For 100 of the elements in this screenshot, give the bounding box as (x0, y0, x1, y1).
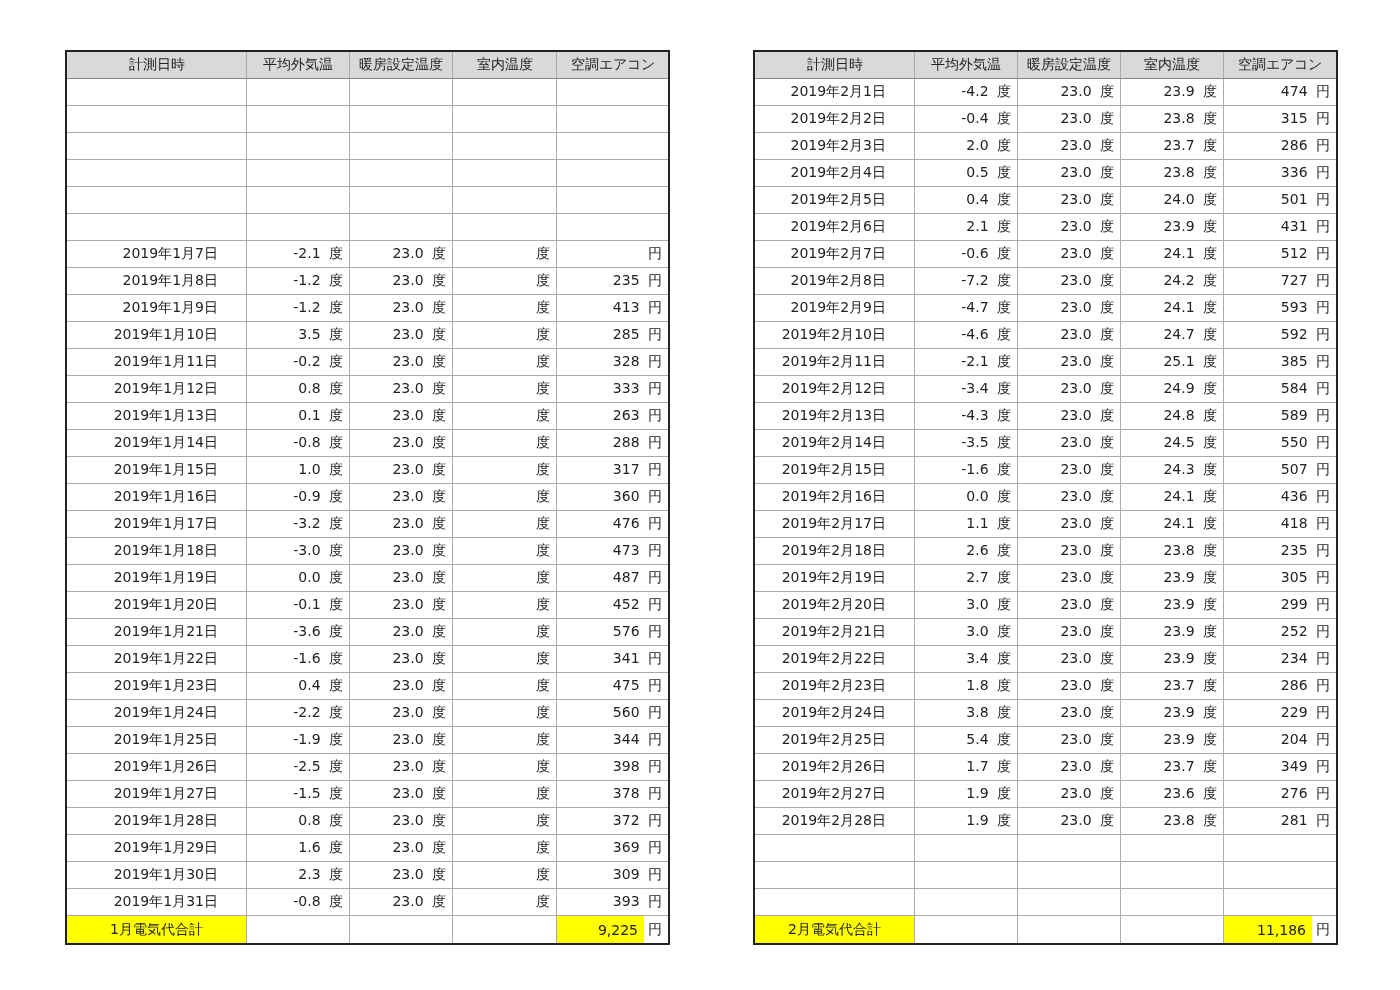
table-cell: 23.0 度 (1018, 322, 1121, 349)
table-cell: 度 (453, 241, 557, 268)
table-cell: 476 円 (557, 511, 668, 538)
table-cell: 23.0 度 (350, 673, 453, 700)
table-cell: 2019年2月23日 (755, 673, 915, 700)
table-cell: 24.5 度 (1121, 430, 1224, 457)
table-cell: 23.0 度 (350, 268, 453, 295)
table-cell: 2019年2月7日 (755, 241, 915, 268)
table-cell: 24.9 度 (1121, 376, 1224, 403)
table-cell: 560 円 (557, 700, 668, 727)
table-cell: 23.9 度 (1121, 214, 1224, 241)
table-cell: 3.0 度 (915, 592, 1018, 619)
column-header: 計測日時 (755, 52, 915, 79)
table-cell: 24.3 度 (1121, 457, 1224, 484)
table-cell: 23.0 度 (1018, 700, 1121, 727)
table-cell: -0.9 度 (247, 484, 350, 511)
table-cell: -1.2 度 (247, 295, 350, 322)
table-cell: 584 円 (1224, 376, 1336, 403)
table-cell: 度 (453, 295, 557, 322)
table-cell: 2019年2月1日 (755, 79, 915, 106)
table-cell: 2019年1月20日 (67, 592, 247, 619)
table-cell: 23.0 度 (1018, 565, 1121, 592)
table-cell: 度 (453, 673, 557, 700)
table-cell: 23.0 度 (350, 376, 453, 403)
table-cell: 23.0 度 (350, 403, 453, 430)
table-cell: 286 円 (1224, 133, 1336, 160)
table-cell: 1.9 度 (915, 781, 1018, 808)
table-cell: 2019年2月4日 (755, 160, 915, 187)
table-cell: 23.0 度 (1018, 106, 1121, 133)
table-cell: 281 円 (1224, 808, 1336, 835)
table-cell: 234 円 (1224, 646, 1336, 673)
table-cell: 2019年1月24日 (67, 700, 247, 727)
table-cell: 436 円 (1224, 484, 1336, 511)
table-cell: 23.0 度 (350, 862, 453, 889)
table-cell: 23.0 度 (1018, 430, 1121, 457)
table-cell: 2019年2月17日 (755, 511, 915, 538)
table-cell: 576 円 (557, 619, 668, 646)
table-cell: 317 円 (557, 457, 668, 484)
table-cell: 24.0 度 (1121, 187, 1224, 214)
table-cell: 2.6 度 (915, 538, 1018, 565)
table-cell: 341 円 (557, 646, 668, 673)
table-cell: 23.0 度 (1018, 727, 1121, 754)
table-cell: 23.0 度 (1018, 349, 1121, 376)
column-header: 空調エアコン (557, 52, 668, 79)
table-cell: 315 円 (1224, 106, 1336, 133)
table-cell: 2.7 度 (915, 565, 1018, 592)
table-cell: 2019年2月14日 (755, 430, 915, 457)
table-cell: 2019年1月9日 (67, 295, 247, 322)
table-cell: 度 (453, 754, 557, 781)
table-cell: 23.0 度 (350, 430, 453, 457)
table-cell: 2019年1月17日 (67, 511, 247, 538)
table-cell: 23.0 度 (350, 592, 453, 619)
column-header: 室内温度 (1121, 52, 1224, 79)
table-cell: 23.0 度 (1018, 403, 1121, 430)
table-cell: 2019年1月29日 (67, 835, 247, 862)
table-cell: 2019年2月22日 (755, 646, 915, 673)
table-cell: 2019年1月25日 (67, 727, 247, 754)
table-cell: 2019年1月16日 (67, 484, 247, 511)
table-cell: 23.0 度 (350, 484, 453, 511)
table-cell: 2019年1月15日 (67, 457, 247, 484)
table-cell: 305 円 (1224, 565, 1336, 592)
table-cell: 589 円 (1224, 403, 1336, 430)
table-cell: 413 円 (557, 295, 668, 322)
table-cell: 度 (453, 862, 557, 889)
table-cell: 24.1 度 (1121, 511, 1224, 538)
table-cell: 24.7 度 (1121, 322, 1224, 349)
currency-unit: 円 (647, 920, 663, 939)
table-cell: 507 円 (1224, 457, 1336, 484)
table-cell: 23.0 度 (1018, 187, 1121, 214)
table-cell: 2019年2月11日 (755, 349, 915, 376)
table-cell: 23.0 度 (350, 538, 453, 565)
table-cell: -3.2 度 (247, 511, 350, 538)
table-cell: 23.9 度 (1121, 727, 1224, 754)
table-cell: -3.6 度 (247, 619, 350, 646)
table-cell: 23.0 度 (350, 322, 453, 349)
table-cell: 2019年1月28日 (67, 808, 247, 835)
table-cell: 23.0 度 (1018, 484, 1121, 511)
table-cell: 23.6 度 (1121, 781, 1224, 808)
table-cell: 23.8 度 (1121, 106, 1224, 133)
table-cell: 2019年1月12日 (67, 376, 247, 403)
table-cell: 23.0 度 (350, 727, 453, 754)
table-cell: 24.8 度 (1121, 403, 1224, 430)
table-cell: 23.0 度 (1018, 214, 1121, 241)
table-cell: 度 (453, 646, 557, 673)
table-cell: -0.8 度 (247, 889, 350, 916)
table-cell: 2019年2月25日 (755, 727, 915, 754)
table-cell: 23.8 度 (1121, 160, 1224, 187)
table-cell: 385 円 (1224, 349, 1336, 376)
table-cell: 度 (453, 484, 557, 511)
table-cell: 23.0 度 (1018, 673, 1121, 700)
table-cell: 度 (453, 403, 557, 430)
table-cell: 度 (453, 565, 557, 592)
table-cell: 度 (453, 727, 557, 754)
table-cell: 2019年2月24日 (755, 700, 915, 727)
table-cell: 23.0 度 (1018, 646, 1121, 673)
table-cell: 328 円 (557, 349, 668, 376)
table-cell: 23.8 度 (1121, 538, 1224, 565)
table-cell: 727 円 (1224, 268, 1336, 295)
table-cell: 418 円 (1224, 511, 1336, 538)
table-cell: 2019年1月22日 (67, 646, 247, 673)
